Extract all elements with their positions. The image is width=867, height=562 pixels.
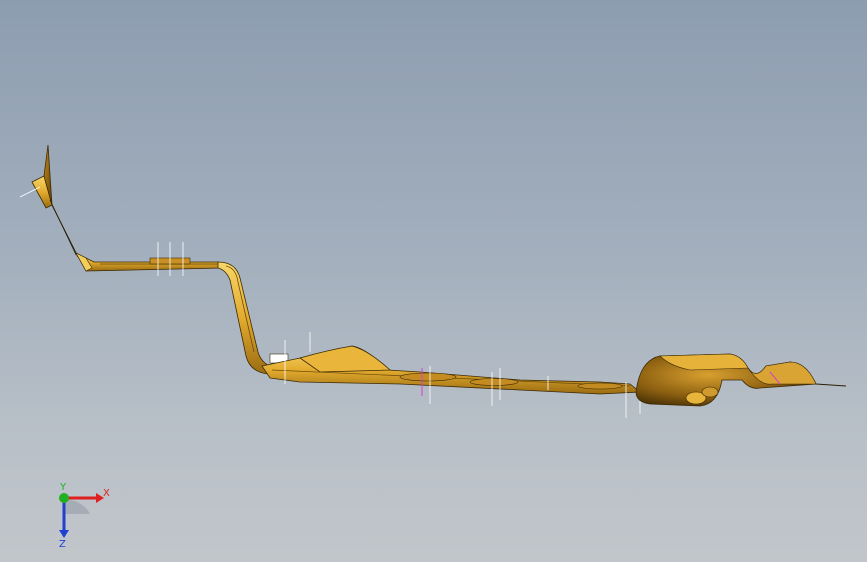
part-tip-wedge[interactable] (19, 144, 53, 209)
y-axis-label: Y (59, 482, 67, 493)
part-bend-section[interactable] (217, 261, 289, 375)
coordinate-triad: X Y Z (59, 482, 110, 548)
graphics-viewport[interactable]: X Y Z (0, 0, 867, 562)
part-crimp-barrel[interactable] (635, 353, 847, 407)
part-lower-flat[interactable] (261, 345, 642, 395)
z-axis-label: Z (59, 539, 66, 548)
y-axis-dot (59, 493, 69, 503)
x-axis-label: X (103, 488, 110, 499)
part-upper-flat[interactable] (75, 252, 223, 272)
model-3d-view[interactable] (0, 0, 867, 562)
